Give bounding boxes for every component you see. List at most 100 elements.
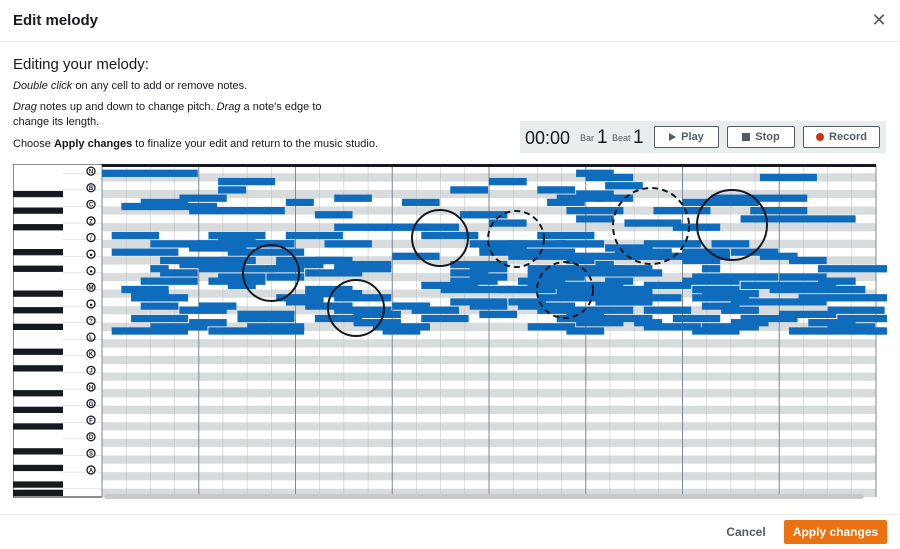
note <box>672 314 721 323</box>
pitch-label: L <box>89 335 93 341</box>
black-key <box>13 464 63 472</box>
close-icon[interactable]: ✕ <box>870 10 888 30</box>
pitch-label: B <box>89 186 94 192</box>
instruction-emphasis: Drag <box>216 101 241 113</box>
note <box>140 302 179 310</box>
note <box>566 256 595 265</box>
note <box>537 186 576 194</box>
cancel-button[interactable]: Cancel <box>721 520 771 544</box>
note <box>111 248 179 256</box>
note <box>305 269 363 277</box>
beat-label: Beat <box>612 133 631 143</box>
record-button[interactable]: Record <box>803 126 880 148</box>
note <box>411 306 459 314</box>
note <box>489 219 527 227</box>
horizontal-scrollbar[interactable] <box>104 494 864 499</box>
stop-icon <box>742 133 751 142</box>
note <box>285 198 314 206</box>
note <box>788 256 827 265</box>
note <box>421 314 469 323</box>
instruction-emphasis: Drag <box>13 101 37 113</box>
note <box>421 231 479 240</box>
note <box>102 169 198 177</box>
note <box>585 173 634 182</box>
instruction-line-2: Drag notes up and down to change pitch. … <box>13 100 358 130</box>
note <box>547 198 585 206</box>
pitch-label: ● <box>89 252 93 258</box>
note <box>401 198 440 206</box>
note <box>489 177 527 186</box>
note <box>469 302 508 310</box>
instruction-text: Choose <box>13 138 54 150</box>
apply-changes-button[interactable]: Apply changes <box>784 520 887 544</box>
pitch-label: ● <box>89 269 93 275</box>
piano-roll-editor[interactable]: NBCZ/●●M●?LKJHGFDSA <box>13 164 887 504</box>
note <box>866 327 887 335</box>
note <box>111 231 160 240</box>
play-button[interactable]: Play <box>654 126 719 148</box>
pitch-label: H <box>89 385 93 391</box>
note <box>218 177 276 186</box>
pitch-label: ● <box>89 302 93 308</box>
note <box>682 256 721 265</box>
grid-top-bar <box>102 164 876 167</box>
note <box>208 327 305 335</box>
note <box>334 194 372 202</box>
note <box>730 298 827 306</box>
note <box>711 240 750 248</box>
bar-label: Bar <box>580 133 595 143</box>
note <box>576 215 614 223</box>
note <box>227 281 256 289</box>
note <box>131 294 189 302</box>
note <box>759 173 817 182</box>
black-key <box>13 190 63 198</box>
instruction-text: to finalize your edit and return to the … <box>132 138 379 150</box>
pitch-label: Z <box>89 219 93 225</box>
black-key <box>13 348 63 355</box>
note <box>237 314 295 323</box>
note <box>218 186 247 194</box>
note <box>160 269 198 277</box>
instruction-line-3: Choose Apply changes to finalize your ed… <box>13 137 413 152</box>
black-key <box>13 307 63 314</box>
black-key <box>13 489 63 496</box>
note <box>111 327 189 335</box>
note <box>605 182 643 190</box>
note <box>566 327 605 335</box>
note <box>721 306 759 314</box>
black-key <box>13 249 63 256</box>
record-label: Record <box>829 131 867 143</box>
instruction-text: on any cell to add or remove notes. <box>72 80 248 92</box>
pitch-label: K <box>89 352 94 358</box>
transport-controls: 00:00 Bar 1 Beat 1 Play Stop Record <box>520 121 886 153</box>
play-icon <box>669 133 677 142</box>
black-key <box>13 224 63 231</box>
black-key <box>13 290 63 297</box>
note <box>450 186 488 194</box>
note <box>498 285 556 294</box>
note <box>421 223 459 231</box>
black-key <box>13 481 63 488</box>
timer-display: 00:00 <box>525 128 571 148</box>
note <box>131 314 189 323</box>
intro-heading: Editing your melody: <box>13 56 149 73</box>
note <box>537 231 595 240</box>
note <box>817 265 887 273</box>
play-label: Play <box>681 131 704 143</box>
modal-header: Edit melody ✕ <box>0 0 900 42</box>
note <box>750 207 808 215</box>
piano-keyboard: NBCZ/●●M●?LKJHGFDSA <box>13 164 103 498</box>
note <box>614 269 663 277</box>
black-key <box>13 406 63 413</box>
instruction-text: notes up and down to change pitch. <box>36 101 217 113</box>
black-key <box>13 448 63 455</box>
note <box>140 277 198 285</box>
stop-button[interactable]: Stop <box>727 126 795 148</box>
black-key <box>13 265 63 272</box>
pitch-label: J <box>89 369 92 375</box>
pitch-label: G <box>89 402 94 408</box>
pitch-label: M <box>89 286 94 292</box>
note <box>247 240 295 248</box>
bar-value: 1 <box>597 127 608 148</box>
black-key <box>13 323 63 330</box>
